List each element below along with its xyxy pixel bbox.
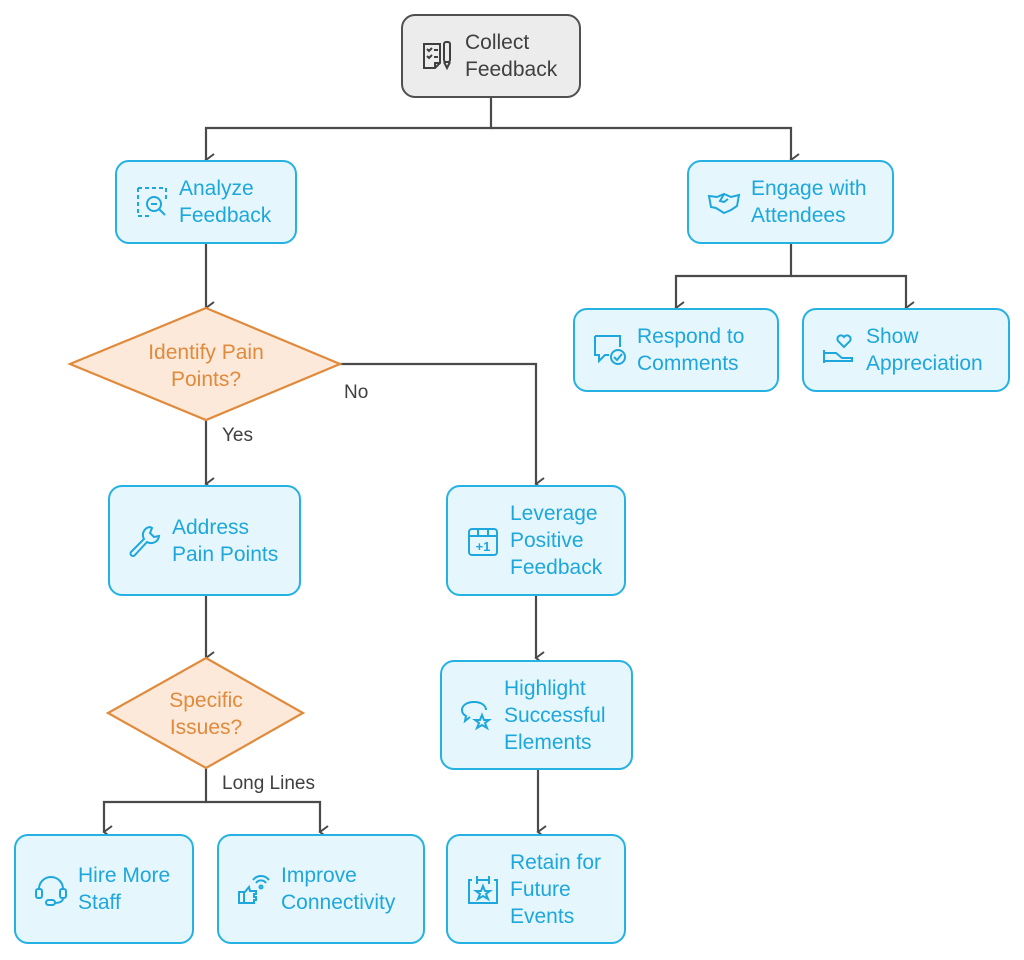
comment-star-icon — [460, 701, 492, 731]
node-hire-more-staff[interactable]: Hire More Staff — [14, 834, 194, 944]
node-address-pain-points[interactable]: Address Pain Points — [108, 485, 301, 596]
zoom-out-selection-icon — [137, 187, 167, 217]
svg-text:+1: +1 — [476, 539, 491, 554]
node-engage-with-attendees[interactable]: Engage with Attendees — [687, 160, 894, 244]
calendar-star-icon — [468, 876, 498, 904]
edge-label-long-lines: Long Lines — [222, 773, 315, 794]
node-improve-connectivity[interactable]: Improve Connectivity — [217, 834, 425, 944]
edge-collect-engage — [491, 126, 800, 167]
node-respond-to-comments[interactable]: Respond to Comments — [573, 308, 779, 392]
edge-label-no: No — [344, 382, 369, 403]
node-highlight-successful-elements[interactable]: Highlight Successful Elements — [440, 660, 633, 770]
edge-engage-respond — [674, 244, 793, 315]
node-label: Respond to Comments — [637, 325, 745, 375]
node-label: Highlight Successful Elements — [504, 676, 606, 754]
edge-identify-leverage — [340, 362, 545, 491]
node-retain-for-future-events[interactable]: Retain for Future Events — [446, 834, 626, 944]
edge-engage-appreciation — [791, 274, 915, 315]
node-label: Address Pain Points — [172, 515, 279, 566]
decision-label-identify: Identify Pain Points? — [148, 341, 264, 391]
thumbs-up-wifi-icon — [238, 875, 270, 904]
headset-icon — [35, 876, 67, 906]
node-label: Show Appreciation — [866, 325, 983, 375]
node-label: Analyze Feedback — [179, 177, 272, 227]
node-collect-feedback[interactable]: Collect Feedback — [401, 14, 581, 98]
decision-label-specific: Specific Issues? — [169, 689, 243, 739]
node-label: Improve Connectivity — [281, 864, 396, 914]
node-label: Collect Feedback — [465, 31, 558, 81]
handshake-icon — [707, 192, 741, 215]
node-show-appreciation[interactable]: Show Appreciation — [802, 308, 1010, 392]
comment-check-icon — [594, 335, 626, 365]
edge-specific-hire — [102, 768, 208, 839]
node-label: Leverage Positive Feedback — [510, 502, 603, 579]
edge-specific-connectivity — [206, 800, 329, 839]
calendar-plus-one-icon: +1 — [468, 527, 498, 556]
flowchart-canvas — [67, 98, 915, 839]
edge-label-yes: Yes — [222, 425, 253, 446]
wrench-icon — [129, 525, 161, 557]
edge-collect-analyze — [204, 98, 493, 167]
node-label: Retain for Future Events — [510, 850, 602, 928]
hand-heart-icon — [823, 334, 853, 363]
node-label: Hire More Staff — [78, 864, 171, 914]
node-leverage-positive-feedback[interactable]: +1 Leverage Positive Feedback — [446, 485, 626, 596]
node-label: Engage with Attendees — [751, 177, 867, 227]
node-analyze-feedback[interactable]: Analyze Feedback — [115, 160, 297, 244]
checklist-pen-icon — [423, 41, 451, 71]
